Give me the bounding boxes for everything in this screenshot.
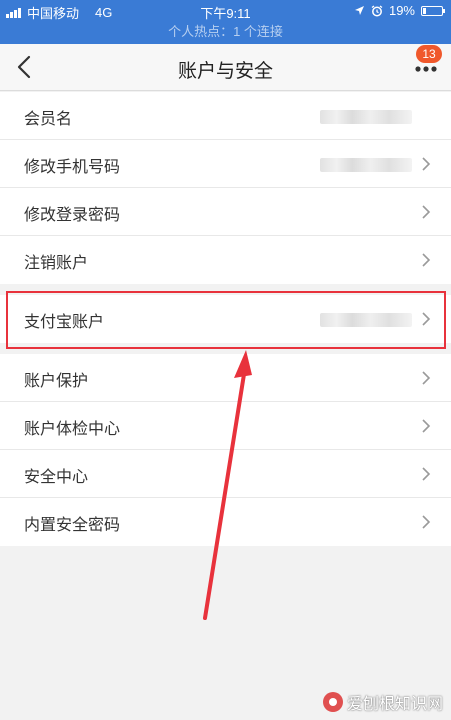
nav-bar: 账户与安全 13	[0, 44, 451, 91]
chevron-right-icon	[422, 467, 431, 481]
member-name-value-blurred	[320, 110, 412, 124]
location-arrow-icon	[354, 6, 364, 15]
row-label: 修改登录密码	[24, 207, 121, 224]
watermark-text: 爱刨根知识网	[346, 696, 443, 713]
phone-value-blurred	[320, 158, 412, 172]
battery-icon	[421, 5, 445, 16]
status-right: 19%	[354, 3, 445, 18]
chevron-right-icon	[422, 419, 431, 433]
row-security-center[interactable]: 安全中心	[0, 450, 451, 498]
row-label: 内置安全密码	[24, 517, 121, 534]
chevron-right-icon	[422, 253, 431, 267]
watermark-logo-icon	[322, 692, 343, 712]
page-title: 账户与安全	[177, 61, 273, 82]
settings-group-account: 会员名 修改手机号码 修改登录密码 注销账户	[0, 92, 451, 284]
chevron-right-icon	[422, 205, 431, 219]
row-label: 安全中心	[24, 469, 89, 486]
alarm-clock-icon	[371, 4, 383, 16]
row-change-password[interactable]: 修改登录密码	[0, 188, 451, 236]
row-account-protection[interactable]: 账户保护	[0, 354, 451, 402]
row-builtin-security-password[interactable]: 内置安全密码	[0, 498, 451, 546]
row-label: 修改手机号码	[24, 159, 121, 176]
row-label: 注销账户	[24, 255, 89, 272]
row-close-account[interactable]: 注销账户	[0, 236, 451, 284]
hotspot-banner[interactable]: 个人热点：1 个连接	[0, 22, 451, 44]
battery-fill	[423, 7, 426, 14]
highlight-box	[6, 291, 446, 349]
row-member-name[interactable]: 会员名	[0, 92, 451, 140]
row-change-phone[interactable]: 修改手机号码	[0, 140, 451, 188]
row-label: 会员名	[24, 111, 73, 128]
battery-percent: 19%	[388, 3, 415, 18]
row-label: 账户保护	[24, 373, 89, 390]
row-label: 账户体检中心	[24, 421, 121, 438]
chevron-right-icon	[422, 157, 431, 171]
settings-group-security: 账户保护 账户体检中心 安全中心 内置安全密码	[0, 354, 451, 546]
chevron-right-icon	[422, 515, 431, 529]
row-account-checkup[interactable]: 账户体检中心	[0, 402, 451, 450]
status-bar: 中国移动 4G 下午9:11 19%	[0, 0, 451, 22]
watermark: 爱刨根知识网	[322, 690, 443, 714]
notification-badge: 13	[416, 45, 442, 63]
more-dots-icon[interactable]	[413, 64, 439, 74]
chevron-right-icon	[422, 371, 431, 385]
